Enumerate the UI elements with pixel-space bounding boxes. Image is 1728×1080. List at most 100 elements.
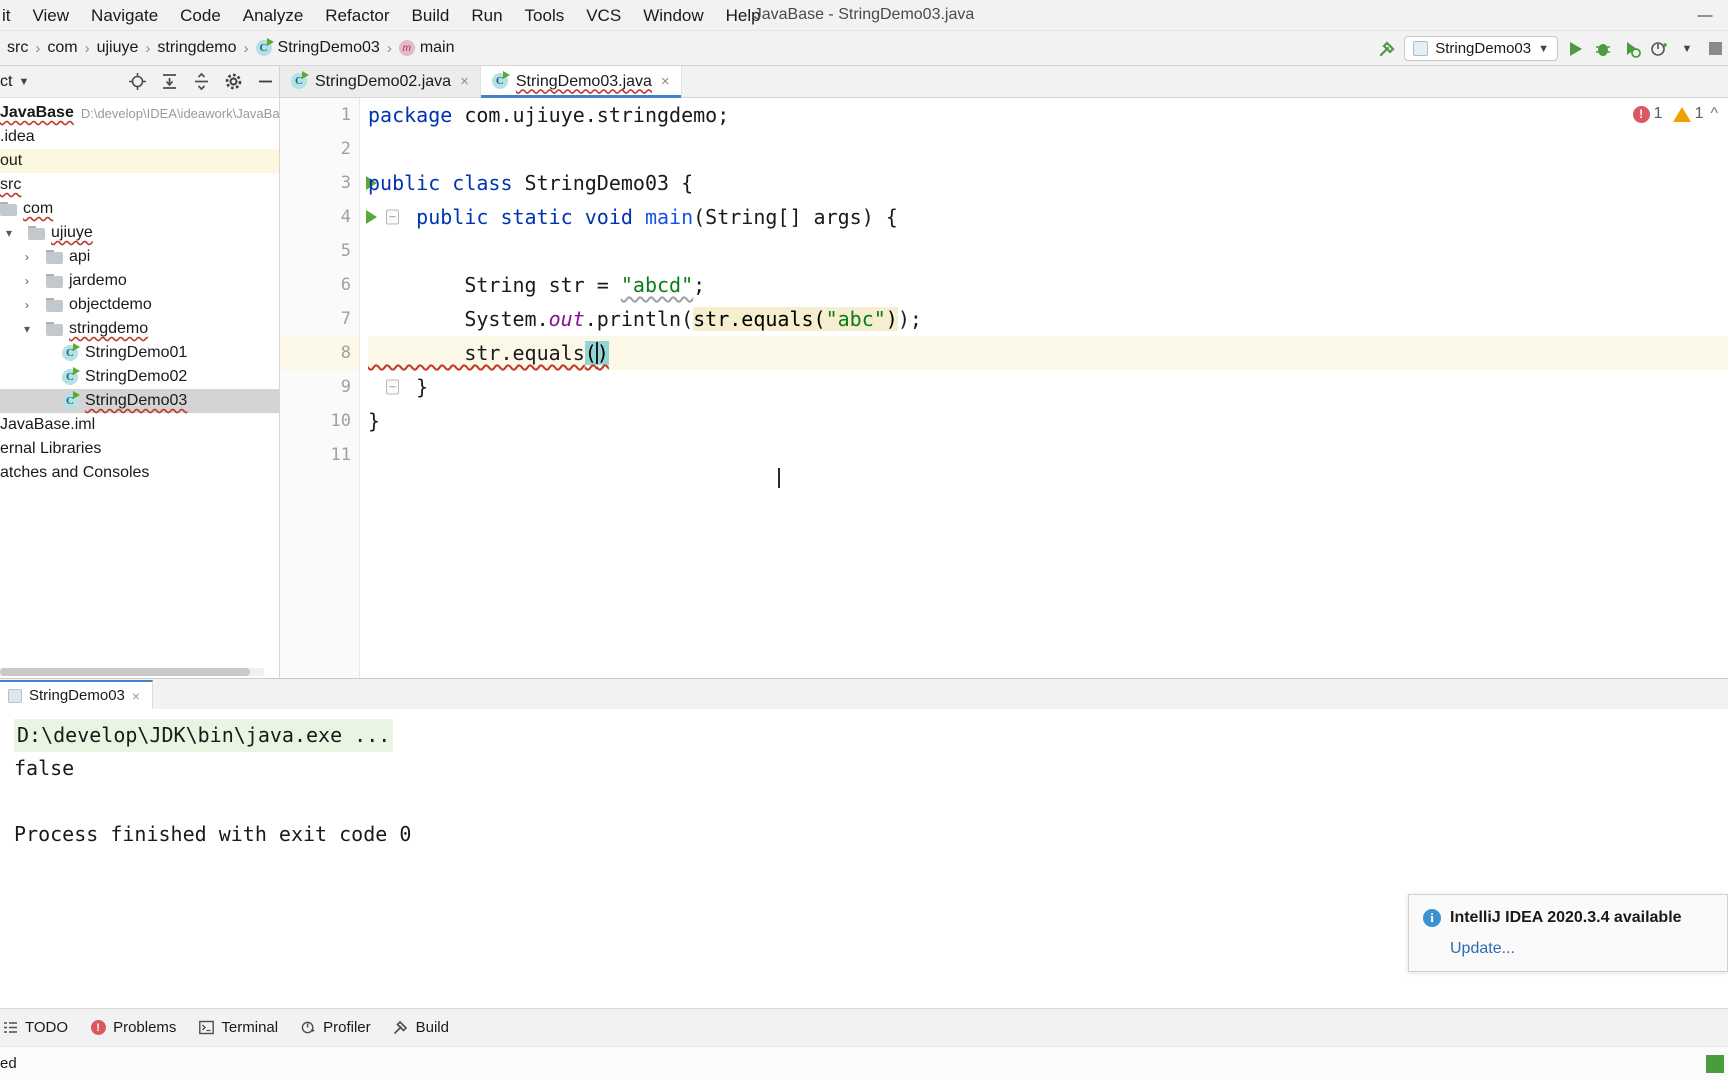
code-line-1: package com.ujiuye.stringdemo;	[368, 98, 1728, 132]
folder-icon	[46, 250, 63, 264]
tree-item-jardemo[interactable]: › jardemo	[0, 269, 279, 293]
debug-icon[interactable]	[1592, 38, 1614, 60]
tree-item-objectdemo[interactable]: › objectdemo	[0, 293, 279, 317]
tree-item-stringdemo01[interactable]: C StringDemo01	[0, 341, 279, 365]
tree-item-javabase-iml[interactable]: JavaBase.iml	[0, 413, 279, 437]
main-content: ct ▼ JavaBase D:\develop\IDEA\ideawork\J…	[0, 66, 1728, 678]
locate-icon[interactable]	[127, 72, 147, 92]
status-item-todo[interactable]: TODO	[2, 1019, 68, 1036]
line-number: 3	[340, 173, 351, 193]
project-panel-title[interactable]: ct ▼	[0, 73, 29, 91]
code-line-4: public static void main(String[] args) {	[368, 200, 1728, 234]
code-editor[interactable]: 1 2 3 4 – 5 6 7 8 9 – 10 11 package com.…	[280, 98, 1728, 678]
code-token-plain: ;	[693, 273, 706, 297]
breadcrumb-stringdemo[interactable]: stringdemo	[154, 37, 239, 59]
run-icon[interactable]	[1564, 38, 1586, 60]
stop-icon[interactable]	[1704, 38, 1726, 60]
close-icon[interactable]: ×	[661, 73, 670, 90]
tree-item-scratches-consoles[interactable]: atches and Consoles	[0, 461, 279, 485]
code-token-plain: com.ujiuye.stringdemo;	[464, 103, 730, 127]
more-icon[interactable]: ▼	[1676, 38, 1698, 60]
inspection-chevron-icon[interactable]: ^	[1710, 105, 1718, 123]
code-token-keyword: package	[368, 103, 465, 127]
breadcrumb-label: com	[47, 39, 78, 56]
breadcrumb-ujiuye[interactable]: ujiuye	[94, 37, 142, 59]
tree-item-label: JavaBase	[0, 104, 74, 121]
line-number: 9	[340, 377, 351, 397]
close-icon[interactable]: ×	[460, 73, 469, 90]
console-output[interactable]: D:\develop\JDK\bin\java.exe ... false Pr…	[0, 709, 1728, 1008]
status-item-problems[interactable]: ! Problems	[90, 1019, 176, 1036]
settings-gear-icon[interactable]	[223, 72, 243, 92]
line-number-with-fold: 9 –	[280, 370, 399, 404]
chevron-down-icon[interactable]: ▾	[0, 226, 18, 240]
code-text[interactable]: package com.ujiuye.stringdemo; public cl…	[360, 98, 1728, 678]
expand-all-icon[interactable]	[159, 72, 179, 92]
close-icon[interactable]: ×	[132, 688, 140, 704]
status-item-profiler[interactable]: Profiler	[300, 1019, 371, 1036]
memory-indicator-icon[interactable]	[1706, 1055, 1724, 1073]
notification-popup[interactable]: i IntelliJ IDEA 2020.3.4 available Updat…	[1408, 894, 1728, 972]
editor-tab-stringdemo03[interactable]: C StringDemo03.java ×	[480, 66, 682, 98]
menu-item-window[interactable]: Window	[632, 0, 714, 31]
menu-item-build[interactable]: Build	[401, 0, 461, 31]
menu-item-analyze[interactable]: Analyze	[232, 0, 314, 31]
collapse-all-icon[interactable]	[191, 72, 211, 92]
method-icon: m	[398, 40, 415, 56]
line-number-with-run-marker: 3	[280, 166, 377, 200]
hide-icon[interactable]	[255, 72, 275, 92]
chevron-right-icon[interactable]: ›	[18, 274, 36, 288]
code-line-6: String str = "abcd";	[368, 268, 1728, 302]
coverage-icon[interactable]	[1620, 38, 1642, 60]
profile-icon[interactable]	[1648, 38, 1670, 60]
menu-item-view[interactable]: View	[22, 0, 81, 31]
line-number: 10	[330, 411, 351, 431]
notification-update-link[interactable]: Update...	[1450, 940, 1711, 958]
warning-count: 1	[1694, 105, 1704, 122]
status-item-terminal[interactable]: Terminal	[198, 1019, 278, 1036]
breadcrumb-src[interactable]: src	[4, 37, 31, 59]
tree-item-label: StringDemo01	[85, 344, 188, 361]
minimize-button[interactable]: —	[1682, 0, 1728, 31]
tree-item-stringdemo[interactable]: ▾ stringdemo	[0, 317, 279, 341]
status-item-build[interactable]: Build	[393, 1019, 449, 1036]
run-tab-stringdemo03[interactable]: StringDemo03 ×	[0, 680, 154, 709]
build-hammer-icon[interactable]	[1376, 38, 1398, 60]
tree-item-stringdemo02[interactable]: C StringDemo02	[0, 365, 279, 389]
breadcrumb-class[interactable]: C StringDemo03	[253, 37, 383, 59]
tree-item-out[interactable]: out	[0, 149, 279, 173]
tree-item-path: D:\develop\IDEA\ideawork\JavaBas	[80, 105, 279, 121]
project-tree[interactable]: JavaBase D:\develop\IDEA\ideawork\JavaBa…	[0, 98, 279, 678]
menu-item-navigate[interactable]: Navigate	[80, 0, 169, 31]
project-tree-horizontal-scrollbar[interactable]	[0, 668, 264, 676]
tree-item-label: StringDemo03	[85, 392, 188, 409]
chevron-down-icon[interactable]: ▾	[18, 322, 36, 336]
class-icon: C	[62, 366, 80, 386]
tree-item-api[interactable]: › api	[0, 245, 279, 269]
breadcrumb-com[interactable]: com	[44, 37, 80, 59]
menu-bar: it View Navigate Code Analyze Refactor B…	[0, 0, 1728, 31]
editor-gutter[interactable]: 1 2 3 4 – 5 6 7 8 9 – 10 11	[280, 98, 399, 678]
menu-item-run[interactable]: Run	[460, 0, 513, 31]
menu-item-code[interactable]: Code	[169, 0, 232, 31]
menu-item-edit[interactable]: it	[0, 0, 22, 31]
menu-item-vcs[interactable]: VCS	[575, 0, 632, 31]
tree-item-javabase[interactable]: JavaBase D:\develop\IDEA\ideawork\JavaBa…	[0, 101, 279, 125]
chevron-right-icon[interactable]: ›	[18, 298, 36, 312]
inspection-status-widget[interactable]: ! 1 1 ^	[1632, 105, 1718, 123]
run-configuration-selector[interactable]: StringDemo03 ▼	[1404, 36, 1558, 61]
menu-item-refactor[interactable]: Refactor	[314, 0, 400, 31]
tree-item-external-libraries[interactable]: ernal Libraries	[0, 437, 279, 461]
tree-item-ujiuye[interactable]: ▾ ujiuye	[0, 221, 279, 245]
status-bar: ed	[0, 1046, 1728, 1080]
breadcrumb-method[interactable]: m main	[396, 37, 458, 59]
tree-item-idea[interactable]: .idea	[0, 125, 279, 149]
chevron-right-icon[interactable]: ›	[18, 250, 36, 264]
menu-label: Navigate	[91, 5, 159, 25]
console-line-command: D:\develop\JDK\bin\java.exe ...	[14, 719, 1728, 752]
tree-item-stringdemo03[interactable]: C StringDemo03	[0, 389, 279, 413]
tree-item-src[interactable]: src	[0, 173, 279, 197]
tree-item-com[interactable]: com	[0, 197, 279, 221]
menu-item-tools[interactable]: Tools	[514, 0, 576, 31]
editor-tab-stringdemo02[interactable]: C StringDemo02.java ×	[280, 66, 481, 97]
